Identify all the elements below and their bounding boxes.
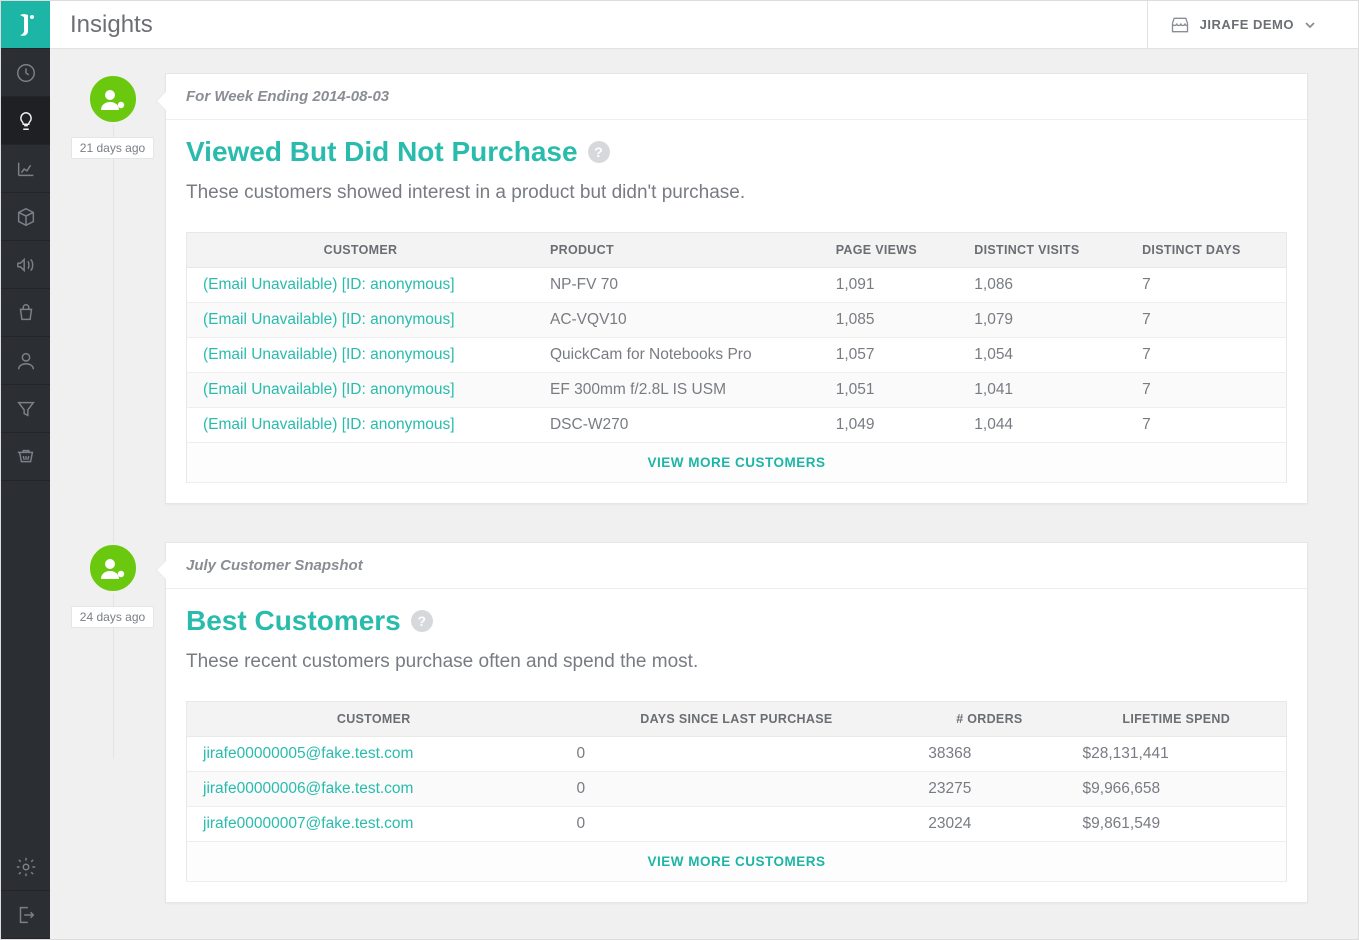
col-product: PRODUCT [534, 233, 820, 268]
card-title: Viewed But Did Not Purchase [186, 136, 578, 168]
customer-link[interactable]: (Email Unavailable) [ID: anonymous] [203, 311, 455, 328]
card-meta: For Week Ending 2014-08-03 [166, 74, 1307, 120]
table-row: (Email Unavailable) [ID: anonymous] DSC-… [187, 408, 1287, 443]
nav-abandoned-icon[interactable] [1, 433, 50, 481]
table-row: (Email Unavailable) [ID: anonymous] NP-F… [187, 268, 1287, 303]
nav-shopping-icon[interactable] [1, 289, 50, 337]
table-row: jirafe00000005@fake.test.com 0 38368 $28… [187, 737, 1287, 772]
view-more-link[interactable]: VIEW MORE CUSTOMERS [187, 443, 1287, 483]
card-subtitle: These customers showed interest in a pro… [186, 182, 1287, 204]
help-icon[interactable]: ? [411, 610, 433, 632]
col-distinct-visits: DISTINCT VISITS [958, 233, 1126, 268]
table-row: (Email Unavailable) [ID: anonymous] Quic… [187, 338, 1287, 373]
nav-customers-icon[interactable] [1, 337, 50, 385]
nav-reports-icon[interactable] [1, 145, 50, 193]
nav-products-icon[interactable] [1, 193, 50, 241]
customer-link[interactable]: (Email Unavailable) [ID: anonymous] [203, 346, 455, 363]
content-area: 21 days ago For Week Ending 2014-08-03 V… [50, 49, 1358, 939]
insight-card: 24 days ago July Customer Snapshot Best … [60, 542, 1308, 903]
table-row: jirafe00000006@fake.test.com 0 23275 $9,… [187, 772, 1287, 807]
topbar: Insights JIRAFE DEMO [50, 1, 1358, 49]
customer-link[interactable]: (Email Unavailable) [ID: anonymous] [203, 276, 455, 293]
help-icon[interactable]: ? [588, 141, 610, 163]
nav-logout-icon[interactable] [1, 891, 50, 939]
sidebar [1, 1, 50, 939]
customer-link[interactable]: (Email Unavailable) [ID: anonymous] [203, 416, 455, 433]
col-orders: # ORDERS [912, 702, 1066, 737]
nav-recent-icon[interactable] [1, 49, 50, 97]
card-title: Best Customers [186, 605, 401, 637]
card-subtitle: These recent customers purchase often an… [186, 651, 1287, 673]
col-distinct-days: DISTINCT DAYS [1126, 233, 1286, 268]
card-meta: July Customer Snapshot [166, 543, 1307, 589]
chevron-down-icon [1304, 19, 1316, 31]
insight-table: CUSTOMER DAYS SINCE LAST PURCHASE # ORDE… [186, 701, 1287, 882]
time-ago-label: 21 days ago [71, 137, 154, 159]
nav-marketing-icon[interactable] [1, 241, 50, 289]
col-customer: CUSTOMER [187, 702, 561, 737]
view-more-link[interactable]: VIEW MORE CUSTOMERS [187, 842, 1287, 882]
col-days-since: DAYS SINCE LAST PURCHASE [561, 702, 913, 737]
store-icon [1170, 16, 1190, 34]
col-lifetime-spend: LIFETIME SPEND [1067, 702, 1287, 737]
insight-table: CUSTOMER PRODUCT PAGE VIEWS DISTINCT VIS… [186, 232, 1287, 483]
col-customer: CUSTOMER [187, 233, 534, 268]
table-row: jirafe00000007@fake.test.com 0 23024 $9,… [187, 807, 1287, 842]
customer-badge-icon [87, 73, 139, 125]
page-title: Insights [70, 11, 153, 39]
customer-link[interactable]: (Email Unavailable) [ID: anonymous] [203, 381, 455, 398]
account-switcher[interactable]: JIRAFE DEMO [1147, 1, 1338, 49]
app-logo[interactable] [1, 1, 50, 49]
account-label: JIRAFE DEMO [1200, 17, 1294, 32]
col-page-views: PAGE VIEWS [820, 233, 959, 268]
customer-link[interactable]: jirafe00000005@fake.test.com [203, 745, 413, 762]
nav-insights-icon[interactable] [1, 97, 50, 145]
nav-funnel-icon[interactable] [1, 385, 50, 433]
table-row: (Email Unavailable) [ID: anonymous] EF 3… [187, 373, 1287, 408]
insight-card: 21 days ago For Week Ending 2014-08-03 V… [60, 73, 1308, 504]
timeline-line [113, 73, 114, 759]
table-row: (Email Unavailable) [ID: anonymous] AC-V… [187, 303, 1287, 338]
nav-settings-icon[interactable] [1, 843, 50, 891]
customer-badge-icon [87, 542, 139, 594]
customer-link[interactable]: jirafe00000007@fake.test.com [203, 815, 413, 832]
customer-link[interactable]: jirafe00000006@fake.test.com [203, 780, 413, 797]
time-ago-label: 24 days ago [71, 606, 154, 628]
